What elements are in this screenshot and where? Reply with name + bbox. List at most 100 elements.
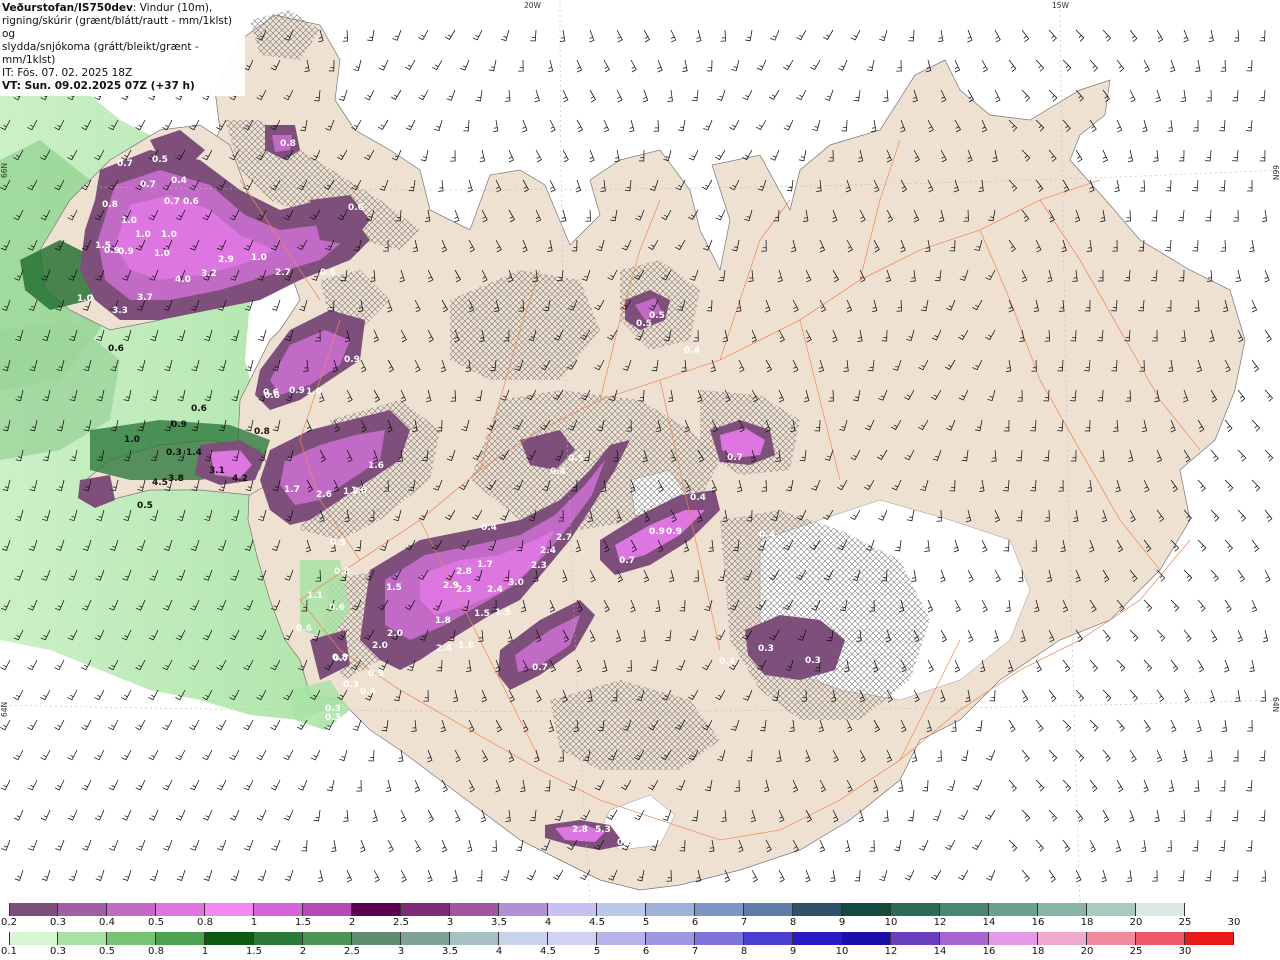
precip-value-label: 0.8 bbox=[280, 139, 296, 149]
precip-value-label: 0.9 bbox=[617, 838, 633, 848]
precip-value-label: 2.4 bbox=[436, 644, 452, 654]
precip-value-label: 2.4 bbox=[487, 585, 503, 595]
rain-legend-tick-label: 16 bbox=[982, 946, 996, 957]
snow-legend-tick-label: 8 bbox=[789, 917, 797, 928]
precip-value-label: 0.6 bbox=[296, 624, 312, 634]
precip-value-label: 5.3 bbox=[595, 825, 611, 835]
rain-legend-tick-label: 5 bbox=[593, 946, 601, 957]
snow-legend-tick-label: 1.5 bbox=[295, 917, 311, 928]
rain-legend-tick-label: 12 bbox=[884, 946, 898, 957]
snow-legend-tick-label: 14 bbox=[982, 917, 996, 928]
rain-legend-tick-label: 14 bbox=[933, 946, 947, 957]
snow-legend-swatch bbox=[58, 903, 107, 916]
precip-value-label: 2.7 bbox=[556, 533, 572, 543]
precip-value-label: 0.5 bbox=[568, 454, 584, 464]
initial-time: IT: Fös. 07. 02. 2025 18Z bbox=[2, 67, 133, 79]
rain-legend-tick-label: 9 bbox=[789, 946, 797, 957]
precip-value-label: 0.5 bbox=[330, 538, 346, 548]
rain-legend-tick-label: 6 bbox=[642, 946, 650, 957]
precip-value-label: 1.0 bbox=[154, 249, 170, 259]
snow-legend-tick-label: 5 bbox=[642, 917, 650, 928]
precip-value-label: 1.6 bbox=[351, 486, 367, 496]
rain-legend-tick-label: 0.3 bbox=[50, 946, 66, 957]
rain-legend-swatch bbox=[1185, 932, 1234, 945]
snow-legend-tick-label: 2 bbox=[348, 917, 356, 928]
precip-value-label: 2.6 bbox=[316, 490, 332, 500]
rain-legend-swatch bbox=[156, 932, 205, 945]
precip-value-label: 1.0 bbox=[161, 230, 177, 240]
rain-legend-swatch bbox=[891, 932, 940, 945]
snow-legend-swatch bbox=[254, 903, 303, 916]
rain-legend-tick-label: 8 bbox=[740, 946, 748, 957]
snow-legend-tick-label: 10 bbox=[884, 917, 898, 928]
precip-value-label: 1.7 bbox=[477, 560, 493, 570]
rain-legend-tick-label: 20 bbox=[1080, 946, 1094, 957]
precip-value-label: 0.9 bbox=[289, 386, 305, 396]
colour-legend: 0.2 0.3 0.4 0.5 0.8 1 1.5 2 2.5 3 3.5 4 4.5 5 6 7 8 9 10 12… bbox=[0, 902, 1280, 960]
snow-legend-tick-label: 18 bbox=[1080, 917, 1094, 928]
snow-legend-tick-label: 0.5 bbox=[148, 917, 164, 928]
lon-label-15w: 15W bbox=[1052, 1, 1070, 10]
precip-value-label: 0.4 bbox=[719, 657, 735, 667]
lon-label-20w: 20W bbox=[524, 1, 542, 10]
snow-legend-tick-label: 6 bbox=[691, 917, 699, 928]
snow-legend-swatch bbox=[744, 903, 793, 916]
precip-value-label: 0.8 bbox=[102, 200, 118, 210]
rain-legend-swatch bbox=[842, 932, 891, 945]
precip-value-label: 2.7 bbox=[275, 268, 291, 278]
precip-value-label: 0.4 bbox=[550, 467, 566, 477]
precip-value-label: 0.5 bbox=[137, 501, 153, 511]
rain-legend-swatch bbox=[450, 932, 499, 945]
snow-legend-tick-label: 7 bbox=[740, 917, 748, 928]
precip-value-label: 1.0 bbox=[124, 435, 140, 445]
snow-legend-tick-label: 30 bbox=[1227, 917, 1241, 928]
rain-legend-tick-label: 3 bbox=[397, 946, 405, 957]
rain-description: rigning/skúrir (grænt/blátt/rautt - mm/1… bbox=[2, 15, 233, 40]
snow-legend-tick-label: 4 bbox=[544, 917, 552, 928]
snow-legend-swatch bbox=[450, 903, 499, 916]
lat-label-64n-left: 64N bbox=[0, 702, 9, 717]
rain-legend-swatch bbox=[1087, 932, 1136, 945]
snow-legend-tick-label: 0.2 bbox=[1, 917, 17, 928]
precip-value-label: 0.7 bbox=[532, 663, 548, 673]
rain-legend-swatch bbox=[646, 932, 695, 945]
rain-legend-swatch bbox=[1038, 932, 1087, 945]
rain-legend-swatch bbox=[303, 932, 352, 945]
rain-legend-swatch bbox=[499, 932, 548, 945]
rain-legend-row: 0.1 0.3 0.5 0.8 1 1.5 2 2.5 3 3.5 4 4.5 5 6 7 8 9 10 12 14 1… bbox=[0, 931, 1280, 960]
rain-legend-tick-label: 0.1 bbox=[1, 946, 17, 957]
precip-value-label: 0.7 bbox=[164, 197, 180, 207]
valid-time: VT: Sun. 09.02.2025 07Z (+37 h) bbox=[2, 80, 195, 92]
precip-value-label: 0.3 bbox=[325, 713, 341, 723]
snow-legend-tick-label: 1 bbox=[250, 917, 258, 928]
precip-value-label: 2.0 bbox=[372, 641, 388, 651]
lat-label-66n-right: 66N bbox=[1271, 165, 1280, 180]
precipitation-wind-map: 0.50.40.70.70.7 0.61.00.91.0 1.00.80.91.51… bbox=[0, 0, 1280, 902]
precip-value-label: 3.7 bbox=[137, 293, 153, 303]
precip-value-label: 4.5 bbox=[152, 478, 168, 488]
rain-legend-tick-label: 10 bbox=[835, 946, 849, 957]
rain-legend-swatch bbox=[1136, 932, 1185, 945]
precip-value-label: 1.0 bbox=[135, 230, 151, 240]
precip-value-label: 1.0 bbox=[306, 387, 322, 397]
precip-value-label: 0.7 bbox=[140, 180, 156, 190]
snow-legend-swatch bbox=[842, 903, 891, 916]
rain-legend-swatch bbox=[254, 932, 303, 945]
snow-legend-swatch bbox=[891, 903, 940, 916]
precip-value-label: 2.9 bbox=[218, 255, 234, 265]
snow-legend-swatch bbox=[303, 903, 352, 916]
precip-value-label: 2.0 bbox=[387, 629, 403, 639]
rain-legend-tick-label: 0.5 bbox=[99, 946, 115, 957]
snow-legend-tick-label: 12 bbox=[933, 917, 947, 928]
precip-value-label: 2.4 bbox=[540, 546, 556, 556]
snow-legend-tick-label: 2.5 bbox=[393, 917, 409, 928]
precip-value-label: 0.6 bbox=[191, 404, 207, 414]
precip-value-label: 0.5 bbox=[649, 311, 665, 321]
title-rest: : Vindur (10m), bbox=[132, 2, 213, 14]
snow-legend-tick-label: 25 bbox=[1178, 917, 1192, 928]
precip-value-label: 4.2 bbox=[232, 474, 248, 484]
precip-value-label: 3.2 bbox=[201, 269, 217, 279]
snow-description: slydda/snjókoma (grátt/bleikt/grænt - mm… bbox=[2, 41, 199, 66]
precip-value-label: 0.4 bbox=[690, 493, 706, 503]
snow-legend-swatch bbox=[205, 903, 254, 916]
